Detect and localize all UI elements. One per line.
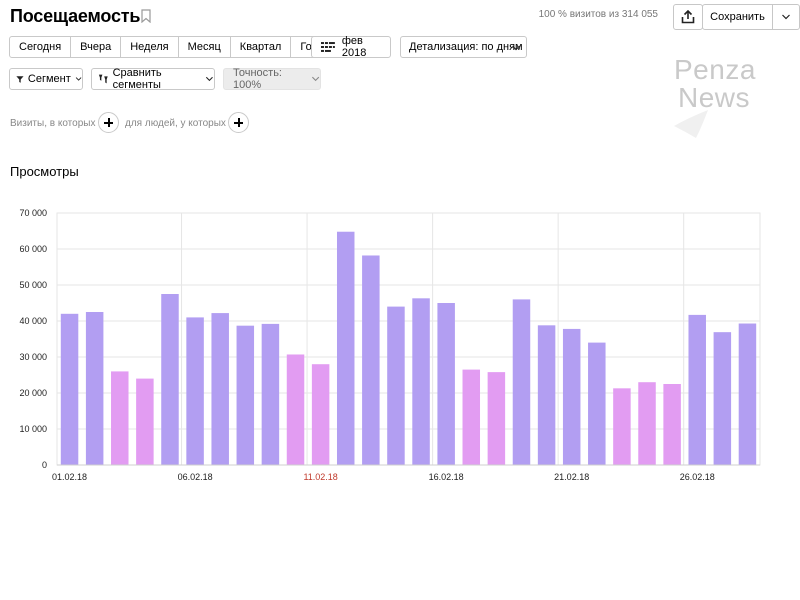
- chevron-down-icon: [782, 14, 790, 20]
- bar: [161, 294, 179, 465]
- x-tick-label: 06.02.18: [178, 472, 213, 482]
- y-tick-label: 50 000: [19, 280, 47, 290]
- period-week[interactable]: Неделя: [121, 37, 179, 57]
- bar: [236, 325, 255, 465]
- x-tick-label: 16.02.18: [429, 472, 464, 482]
- bookmark-icon[interactable]: [141, 9, 151, 23]
- bar: [336, 231, 355, 465]
- share-button[interactable]: [673, 4, 703, 30]
- page-title: Посещаемость: [10, 6, 141, 26]
- bar: [286, 354, 305, 465]
- chart-title: Просмотры: [10, 164, 79, 179]
- penzanews-watermark: Penza News: [672, 52, 782, 148]
- bar: [362, 255, 380, 465]
- watermark-line1: Penza: [674, 54, 756, 85]
- x-tick-label: 01.02.18: [52, 472, 87, 482]
- detail-label: Детализация: по дням: [409, 41, 523, 53]
- visits-info: 100 % визитов из 314 055: [538, 9, 658, 20]
- chevron-down-icon: [311, 76, 320, 82]
- x-tick-label: 11.02.18: [303, 472, 337, 482]
- period-selector: Сегодня Вчера Неделя Месяц Квартал Год: [9, 36, 328, 58]
- segment-button[interactable]: Сегмент: [9, 68, 83, 90]
- bar: [537, 325, 556, 465]
- y-tick-label: 20 000: [19, 388, 47, 398]
- visits-filter-label: Визиты, в которых: [10, 118, 96, 129]
- save-button[interactable]: Сохранить: [703, 5, 773, 29]
- bar: [512, 299, 531, 465]
- save-options-button[interactable]: [773, 5, 799, 29]
- y-tick-label: 30 000: [19, 352, 47, 362]
- x-tick-label: 26.02.18: [680, 472, 715, 482]
- watermark-shape-icon: [674, 110, 708, 138]
- share-icon: [681, 10, 695, 24]
- chevron-down-icon: [206, 76, 214, 82]
- bar: [412, 298, 430, 465]
- period-yesterday[interactable]: Вчера: [71, 37, 122, 57]
- accuracy-label: Точность: 100%: [233, 67, 282, 91]
- chevron-down-icon: [512, 45, 520, 51]
- bar: [738, 323, 757, 465]
- y-tick-label: 40 000: [19, 316, 47, 326]
- bar: [713, 332, 732, 465]
- date-range-label: фев 2018: [341, 35, 367, 59]
- period-quarter[interactable]: Квартал: [231, 37, 292, 57]
- bar: [85, 312, 104, 465]
- detail-select[interactable]: Детализация: по дням: [400, 36, 527, 58]
- bar: [60, 313, 79, 465]
- bar: [562, 328, 581, 465]
- add-visit-filter-button[interactable]: [98, 112, 119, 133]
- y-tick-label: 60 000: [19, 244, 47, 254]
- calendar-icon: [321, 42, 335, 52]
- bar: [437, 303, 455, 465]
- people-filter-label: для людей, у которых: [125, 118, 226, 129]
- bar: [111, 371, 129, 465]
- bar: [462, 369, 481, 465]
- save-group: Сохранить: [702, 4, 800, 30]
- y-tick-label: 0: [42, 460, 47, 470]
- bar: [638, 382, 656, 465]
- filter-icon: [16, 75, 24, 83]
- add-people-filter-button[interactable]: [228, 112, 249, 133]
- compare-label: Сравнить сегменты: [112, 67, 162, 91]
- bar: [211, 313, 229, 465]
- report-header: Посещаемость 100 % визитов из 314 055 Со…: [10, 4, 800, 30]
- bar: [261, 323, 280, 465]
- y-tick-label: 70 000: [19, 208, 47, 218]
- bar: [613, 388, 631, 465]
- bar: [311, 364, 330, 465]
- chevron-down-icon: [75, 77, 82, 81]
- bar: [663, 384, 681, 465]
- date-range-button[interactable]: фев 2018: [311, 35, 391, 59]
- bar: [688, 314, 706, 465]
- bar: [487, 372, 506, 465]
- compare-segments-button[interactable]: Сравнить сегменты: [91, 67, 215, 91]
- bar: [588, 342, 606, 465]
- pageviews-bar-chart: 0 10 000 20 000 30 000 40 000 50 000 60 000 70 …: [19, 208, 761, 482]
- segment-label: Сегмент: [27, 73, 71, 85]
- pageviews-chart: 0 10 000 20 000 30 000 40 000 50 000 60 000 70 …: [0, 200, 800, 500]
- bar: [136, 378, 154, 465]
- x-tick-label: 21.02.18: [554, 472, 589, 482]
- y-tick-label: 10 000: [19, 424, 47, 434]
- compare-icon: [98, 74, 108, 84]
- bar: [387, 306, 405, 465]
- bar: [186, 317, 204, 465]
- period-month[interactable]: Месяц: [179, 37, 231, 57]
- filter-row: Визиты, в которых для людей, у которых: [10, 112, 270, 134]
- accuracy-select[interactable]: Точность: 100%: [223, 67, 321, 91]
- period-today[interactable]: Сегодня: [10, 37, 72, 57]
